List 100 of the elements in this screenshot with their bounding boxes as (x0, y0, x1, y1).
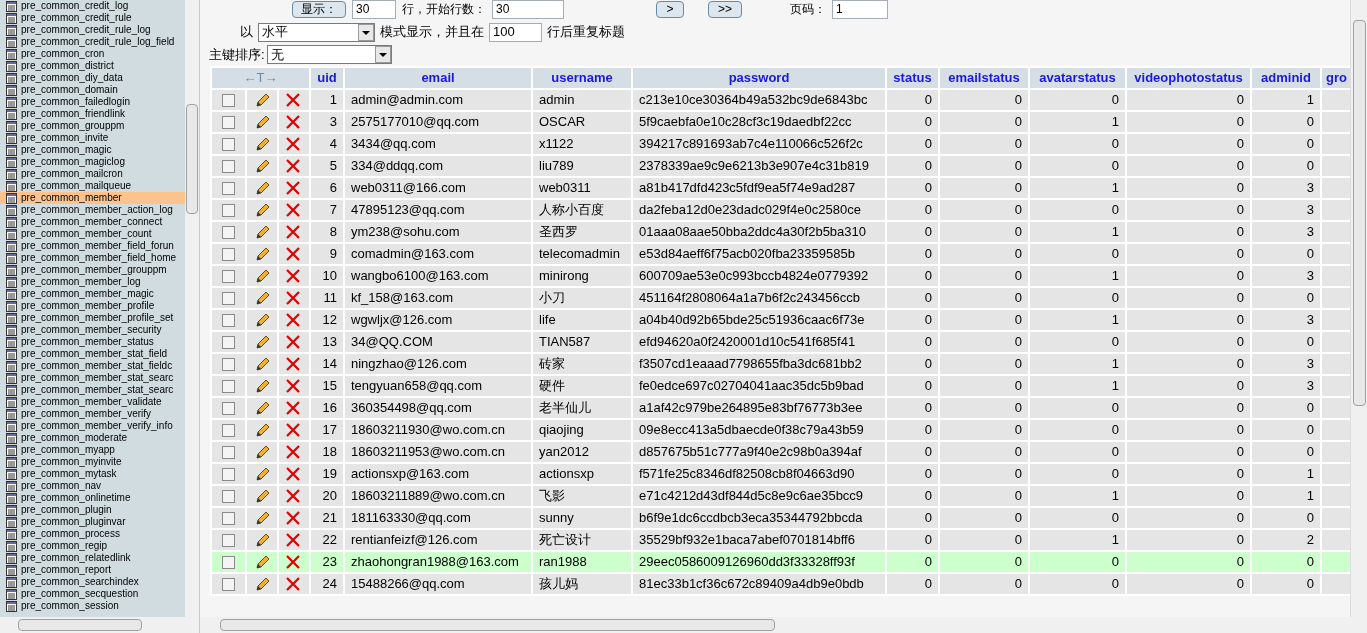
table-row[interactable]: 1 admin@admin.com admin c213e10ce30364b49a532bc9de6843bc 0 0 0 0 1 (211, 89, 1350, 111)
sidebar-item[interactable]: pre_common_member_verify (0, 408, 186, 420)
sidebar-item[interactable]: pre_common_moderate (0, 432, 186, 444)
pencil-icon[interactable] (253, 553, 271, 571)
sidebar-item[interactable]: pre_common_district (0, 60, 186, 72)
table-row[interactable]: 18 18603211953@wo.com.cn yan2012 d857675b51c777a9f40e2c98b0a394af 0 0 0 0 0 (211, 441, 1350, 463)
table-row[interactable]: 23 zhaohongran1988@163.com ran1988 29eec0586009126960dd3f33328ff93f 0 0 0 0 0 (211, 551, 1350, 573)
checkbox[interactable] (222, 269, 235, 283)
table-row[interactable]: 7 47895123@qq.com 人称小百度 da2feba12d0e23dadc029f4e0c2580ce 0 0 0 0 3 (211, 199, 1350, 221)
sidebar-item[interactable]: pre_common_member_profile_set (0, 312, 186, 324)
checkbox[interactable] (222, 467, 235, 481)
sidebar-item[interactable]: pre_common_member_field_home (0, 252, 186, 264)
sidebar-item[interactable]: pre_common_relatedlink (0, 552, 186, 564)
sidebar-item[interactable]: pre_common_member_count (0, 228, 186, 240)
pencil-icon[interactable] (253, 399, 271, 417)
sidebar-item[interactable]: pre_common_cron (0, 48, 186, 60)
table-row[interactable]: 3 2575177010@qq.com OSCAR 5f9caebfa0e10c28cf3c19daedbf22cc 0 0 1 0 0 (211, 111, 1350, 133)
column-header[interactable]: gro (1321, 67, 1350, 89)
sidebar-item[interactable]: pre_common_member_status (0, 336, 186, 348)
sidebar-item[interactable]: pre_common_member_verify_info (0, 420, 186, 432)
checkbox[interactable] (222, 137, 235, 151)
delete-icon[interactable] (286, 555, 300, 569)
column-header[interactable]: password (632, 67, 886, 89)
checkbox[interactable] (222, 225, 235, 239)
checkbox[interactable] (222, 203, 235, 217)
sidebar-item[interactable]: pre_common_credit_rule_log (0, 24, 186, 36)
delete-icon[interactable] (286, 379, 300, 393)
checkbox[interactable] (222, 555, 235, 569)
sidebar-item[interactable]: pre_common_member (0, 192, 186, 204)
table-row[interactable]: 12 wgwljx@126.com life a04b40d92b65bde25c51936caac6f73e 0 0 1 0 3 (211, 309, 1350, 331)
checkbox[interactable] (222, 533, 235, 547)
table-row[interactable]: 9 comadmin@163.com telecomadmin e53d84aeff6f75acb020fba23359585b 0 0 0 0 0 (211, 243, 1350, 265)
sidebar-item[interactable]: pre_common_credit_rule_log_field (0, 36, 186, 48)
column-header[interactable]: username (532, 67, 632, 89)
delete-icon[interactable] (286, 357, 300, 371)
checkbox[interactable] (222, 247, 235, 261)
checkbox[interactable] (222, 357, 235, 371)
column-header[interactable]: avatarstatus (1029, 67, 1126, 89)
sidebar-item[interactable]: pre_common_myapp (0, 444, 186, 456)
delete-icon[interactable] (286, 467, 300, 481)
pencil-icon[interactable] (253, 421, 271, 439)
sidebar-item[interactable]: pre_common_member_stat_fieldc (0, 360, 186, 372)
sidebar-item[interactable]: pre_common_report (0, 564, 186, 576)
sidebar-item[interactable]: pre_common_member_stat_searc (0, 384, 186, 396)
delete-icon[interactable] (286, 203, 300, 217)
pencil-icon[interactable] (253, 289, 271, 307)
delete-icon[interactable] (286, 313, 300, 327)
input-field[interactable]: 30 (492, 0, 564, 19)
sidebar-item[interactable]: pre_common_domain (0, 84, 186, 96)
checkbox[interactable] (222, 181, 235, 195)
pencil-icon[interactable] (253, 333, 271, 351)
button[interactable]: 显示： (292, 0, 346, 18)
sidebar-item[interactable]: pre_common_magiclog (0, 156, 186, 168)
sidebar-item[interactable]: pre_common_diy_data (0, 72, 186, 84)
checkbox[interactable] (222, 423, 235, 437)
table-row[interactable]: 15 tengyuan658@qq.com 硬件 fe0edce697c02704041aac35dc5b9bad 0 0 1 0 3 (211, 375, 1350, 397)
delete-icon[interactable] (286, 423, 300, 437)
dropdown[interactable]: 水平 (258, 22, 375, 42)
sidebar-item[interactable]: pre_common_process (0, 528, 186, 540)
checkbox[interactable] (222, 489, 235, 503)
table-row[interactable]: 5 334@ddqq.com liu789 2378339ae9c9e6213b3e907e4c31b819 0 0 0 0 0 (211, 155, 1350, 177)
pencil-icon[interactable] (253, 113, 271, 131)
pencil-icon[interactable] (253, 223, 271, 241)
sidebar-item[interactable]: pre_common_onlinetime (0, 492, 186, 504)
sidebar-item[interactable]: pre_common_magic (0, 144, 186, 156)
pencil-icon[interactable] (253, 531, 271, 549)
sidebar-item[interactable]: pre_common_session (0, 600, 186, 612)
column-header[interactable]: adminid (1251, 67, 1321, 89)
sidebar-item[interactable]: pre_common_member_validate (0, 396, 186, 408)
input-field[interactable]: 1 (832, 0, 888, 19)
delete-icon[interactable] (286, 489, 300, 503)
sidebar-item[interactable]: pre_common_mytask (0, 468, 186, 480)
delete-icon[interactable] (286, 225, 300, 239)
checkbox[interactable] (222, 313, 235, 327)
pencil-icon[interactable] (253, 267, 271, 285)
delete-icon[interactable] (286, 335, 300, 349)
column-header[interactable]: email (344, 67, 532, 89)
table-row[interactable]: 24 15488266@qq.com 孩儿妈 81ec33b1cf36c672c89409a4db9e0bdb 0 0 0 0 0 (211, 573, 1350, 595)
pencil-icon[interactable] (253, 245, 271, 263)
sidebar-item[interactable]: pre_common_secquestion (0, 588, 186, 600)
table-row[interactable]: 11 kf_158@163.com 小刀 451164f2808064a1a7b6f2c243456ccb 0 0 0 0 0 (211, 287, 1350, 309)
pencil-icon[interactable] (253, 377, 271, 395)
table-row[interactable]: 6 web0311@166.com web0311 a81b417dfd423c5fdf9ea5f74e9ad287 0 0 1 0 3 (211, 177, 1350, 199)
input-field[interactable]: 100 (489, 22, 542, 42)
sidebar-item[interactable]: pre_common_invite (0, 132, 186, 144)
delete-icon[interactable] (286, 181, 300, 195)
table-row[interactable]: 16 360354498@qq.com 老半仙儿 a1af42c979be264895e83bf76773b3ee 0 0 0 0 0 (211, 397, 1350, 419)
checkbox[interactable] (222, 379, 235, 393)
delete-icon[interactable] (286, 137, 300, 151)
delete-icon[interactable] (286, 269, 300, 283)
checkbox[interactable] (222, 511, 235, 525)
pencil-icon[interactable] (253, 355, 271, 373)
table-row[interactable]: 10 wangbo6100@163.com minirong 600709ae53e0c993bccb4824e0779392 0 0 1 0 3 (211, 265, 1350, 287)
pencil-icon[interactable] (253, 91, 271, 109)
sidebar-item[interactable]: pre_common_credit_rule (0, 12, 186, 24)
column-header[interactable]: emailstatus (939, 67, 1029, 89)
table-row[interactable]: 13 34@QQ.COM TIAN587 efd94620a0f2420001d10c541f685f41 0 0 0 0 0 (211, 331, 1350, 353)
pencil-icon[interactable] (253, 575, 271, 593)
delete-icon[interactable] (286, 511, 300, 525)
table-row[interactable]: 17 18603211930@wo.com.cn qiaojing 09e8ecc413a5dbaecde0f38c79a43b59 0 0 0 0 0 (211, 419, 1350, 441)
